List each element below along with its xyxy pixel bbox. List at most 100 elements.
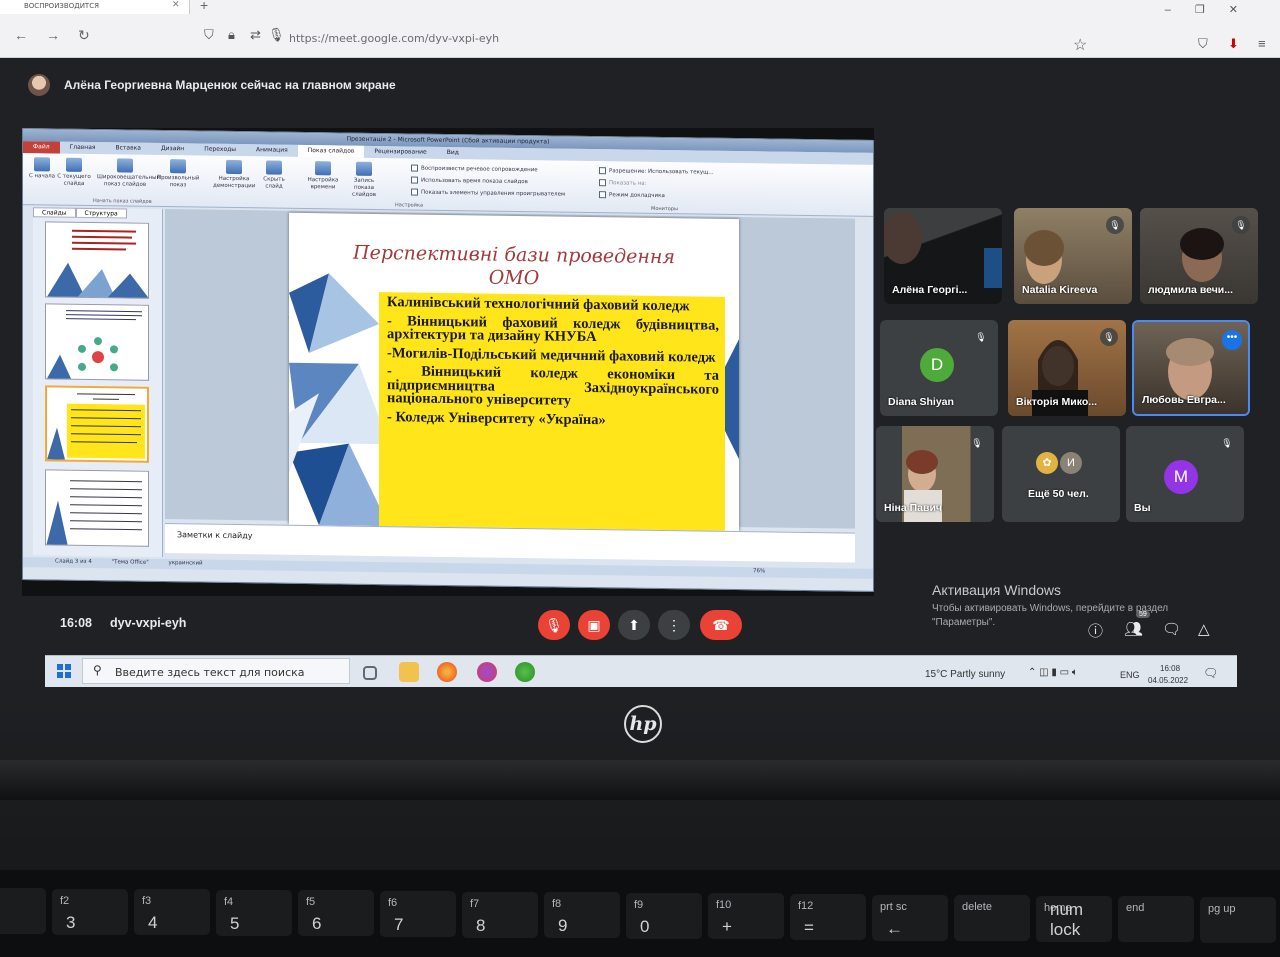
participant-name: Любовь Евгра... — [1142, 394, 1226, 406]
participant-tile[interactable]: 🎙︎ Ніна Павич — [876, 426, 994, 522]
custom-show-button[interactable]: Произвольный показ — [157, 159, 199, 190]
current-slide[interactable]: Перспективні бази проведення ОМО Калинів… — [289, 212, 739, 532]
windows-start-icon[interactable] — [57, 664, 71, 678]
muted-mic-icon: 🎙︎ — [1232, 216, 1250, 234]
rehearse-label: Настройка времени — [307, 177, 339, 191]
participant-tile[interactable]: Алёна Георгі... — [884, 208, 1002, 304]
extension-icon[interactable]: ⬇ — [1228, 36, 1239, 52]
slide-thumbnail[interactable]: 4 — [45, 469, 149, 547]
participant-tile[interactable]: 🎙︎ Вікторія Мико... — [1008, 320, 1126, 416]
back-icon[interactable]: ← — [14, 27, 28, 43]
participant-tile-self[interactable]: M 🎙︎ Вы — [1126, 426, 1244, 522]
leave-call-button[interactable]: ☎ — [700, 610, 742, 640]
ppt-tab-design[interactable]: Дизайн — [151, 143, 194, 156]
ppt-tab-review[interactable]: Рецензирование — [364, 146, 436, 159]
ppt-tab-file[interactable]: Файл — [23, 141, 60, 154]
slide-thumbnail-selected[interactable]: 3 — [45, 385, 149, 463]
zoom-level[interactable]: 76% — [753, 568, 765, 574]
presenter-view-checkbox[interactable]: Режим докладчика — [599, 191, 665, 199]
thumb-art — [46, 226, 149, 299]
chat-icon[interactable]: 🗨︎ — [1162, 620, 1181, 638]
keyboard-key: f1~ — [0, 888, 46, 934]
ppt-tab-transitions[interactable]: Переходы — [194, 143, 246, 156]
rehearse-button[interactable]: Настройка времени — [303, 161, 343, 192]
participant-tile-active[interactable]: ••• Любовь Евгра... — [1132, 320, 1250, 416]
tab-outline[interactable]: Структура — [75, 207, 127, 219]
media-controls-checkbox[interactable]: Показать элементы управления проигрывате… — [411, 188, 565, 198]
weather-widget[interactable]: 15°C Partly sunny — [925, 669, 1005, 680]
system-tray-icons[interactable]: ⌃ ◫ ▮ ▭ 🔈︎ — [1028, 667, 1078, 678]
setup-show-button[interactable]: Настройка демонстрации — [213, 159, 255, 191]
slide-thumbnail[interactable]: 2 — [45, 303, 149, 381]
keyboard-key: f4 5 — [216, 889, 292, 936]
participant-tile[interactable]: ✿ И Ещё 50 чел. — [1002, 426, 1120, 522]
narration-checkbox[interactable]: Воспроизвести речевое сопровождение — [411, 164, 538, 174]
from-start-button[interactable]: С начала — [25, 157, 59, 180]
participant-tile[interactable]: 🎙︎ людмила вечи... — [1140, 208, 1258, 304]
windows-taskbar: ⚲ Введите здесь текст для поиска 15°C Pa… — [45, 655, 1237, 687]
notifications-icon[interactable]: 🗨︎ — [1203, 666, 1218, 680]
keyboard-key: f8 9 — [544, 892, 620, 939]
more-options-icon[interactable]: ••• — [1222, 330, 1242, 350]
keyboard-key: f5 6 — [298, 890, 374, 937]
info-icon[interactable]: ⓘ — [1088, 620, 1103, 641]
activities-icon[interactable]: △ — [1198, 620, 1210, 638]
slides-panel: Слайды Структура 1 2 3 4 — [33, 207, 163, 558]
show-on-select[interactable]: Показать на: — [599, 179, 647, 187]
thumb-art — [47, 393, 145, 460]
present-button[interactable]: ⬆ — [618, 610, 650, 640]
ppt-tab-animation[interactable]: Анимация — [246, 144, 298, 157]
participant-tile[interactable]: D 🎙︎ Diana Shiyan — [880, 320, 998, 416]
more-options-button[interactable]: ⋮ — [658, 610, 690, 640]
clock-date[interactable]: 04.05.2022 — [1148, 676, 1188, 685]
pocket-icon[interactable]: ⛉ — [1198, 36, 1208, 52]
broadcast-button[interactable]: Широковещательный показ слайдов — [97, 158, 160, 189]
ppt-tab-insert[interactable]: Вставка — [106, 142, 151, 155]
ppt-tab-home[interactable]: Главная — [60, 142, 106, 155]
language-indicator[interactable]: ENG — [1120, 670, 1140, 680]
microphone-icon[interactable]: 🎙︎ — [268, 27, 285, 43]
window-controls[interactable]: –❐✕ — [1165, 3, 1262, 16]
file-explorer-icon[interactable] — [399, 662, 419, 682]
slide-title: Перспективні бази проведення ОМО — [353, 241, 675, 290]
timings-checkbox[interactable]: Использовать время показа слайдов — [411, 176, 528, 185]
close-tab-icon[interactable]: ✕ — [172, 0, 180, 10]
shield-icon[interactable]: ⛉ — [204, 27, 214, 43]
forward-icon[interactable]: → — [46, 27, 60, 43]
task-view-icon[interactable] — [363, 666, 377, 680]
mic-off-button[interactable]: 🎙︎ — [538, 610, 570, 640]
taskbar-search[interactable]: ⚲ Введите здесь текст для поиска — [82, 658, 350, 684]
record-button[interactable]: Запись показа слайдов — [343, 161, 385, 200]
permissions-icon[interactable]: ⇄ — [250, 27, 261, 43]
camera-off-button[interactable]: ▣ — [578, 610, 610, 640]
meeting-code: dyv-vxpi-eyh — [110, 616, 187, 630]
ppt-tab-slideshow[interactable]: Показ слайдов — [297, 144, 365, 158]
hide-slide-button[interactable]: Скрыть слайд — [257, 160, 291, 190]
search-icon: ⚲ — [93, 663, 102, 677]
ppt-tab-view[interactable]: Вид — [437, 147, 469, 159]
lock-icon[interactable]: 🔒︎ — [228, 27, 235, 43]
group-label-setup: Настройка — [395, 202, 424, 209]
participant-tile[interactable]: 🎙︎ Natalia Kireeva — [1014, 208, 1132, 304]
resolution-select[interactable]: Разрешение: Использовать текущ... — [599, 167, 714, 175]
group-label-start: Начать показ слайдов — [93, 198, 152, 205]
bookmark-star-icon[interactable]: ☆ — [1073, 35, 1087, 55]
tab-slides[interactable]: Слайды — [33, 207, 76, 218]
list-item: - Коледж Університету «Україна» — [387, 408, 606, 428]
reload-icon[interactable]: ↻ — [78, 27, 90, 44]
torrent-icon[interactable] — [515, 662, 535, 682]
keyboard: f1~f23f34f45f56f67f78f89f90f10+f12=prt s… — [0, 870, 1280, 957]
app-icon[interactable] — [477, 662, 497, 682]
menu-icon[interactable]: ≡ — [1258, 36, 1266, 51]
from-current-button[interactable]: С текущего слайда — [57, 157, 91, 188]
people-icon[interactable]: 👥︎ — [1124, 620, 1143, 638]
clock-time[interactable]: 16:08 — [1160, 664, 1180, 673]
browser-tab[interactable]: ВОСПРОИЗВОДИТСЯ ✕ — [0, 0, 190, 14]
address-bar[interactable]: ⛉ 🔒︎ ⇄ 🎙︎ https://meet.google.com/dyv-vx… — [200, 27, 1080, 49]
slide-notes[interactable]: Заметки к слайду — [165, 523, 855, 563]
status-slide-count: Слайд 3 из 4 — [55, 558, 92, 566]
slide-thumbnail[interactable]: 1 — [45, 221, 149, 299]
list-item: -Могилів-Подільський медичний фаховий ко… — [387, 344, 716, 366]
new-tab-icon[interactable]: + — [200, 0, 208, 13]
firefox-icon[interactable] — [437, 662, 457, 682]
